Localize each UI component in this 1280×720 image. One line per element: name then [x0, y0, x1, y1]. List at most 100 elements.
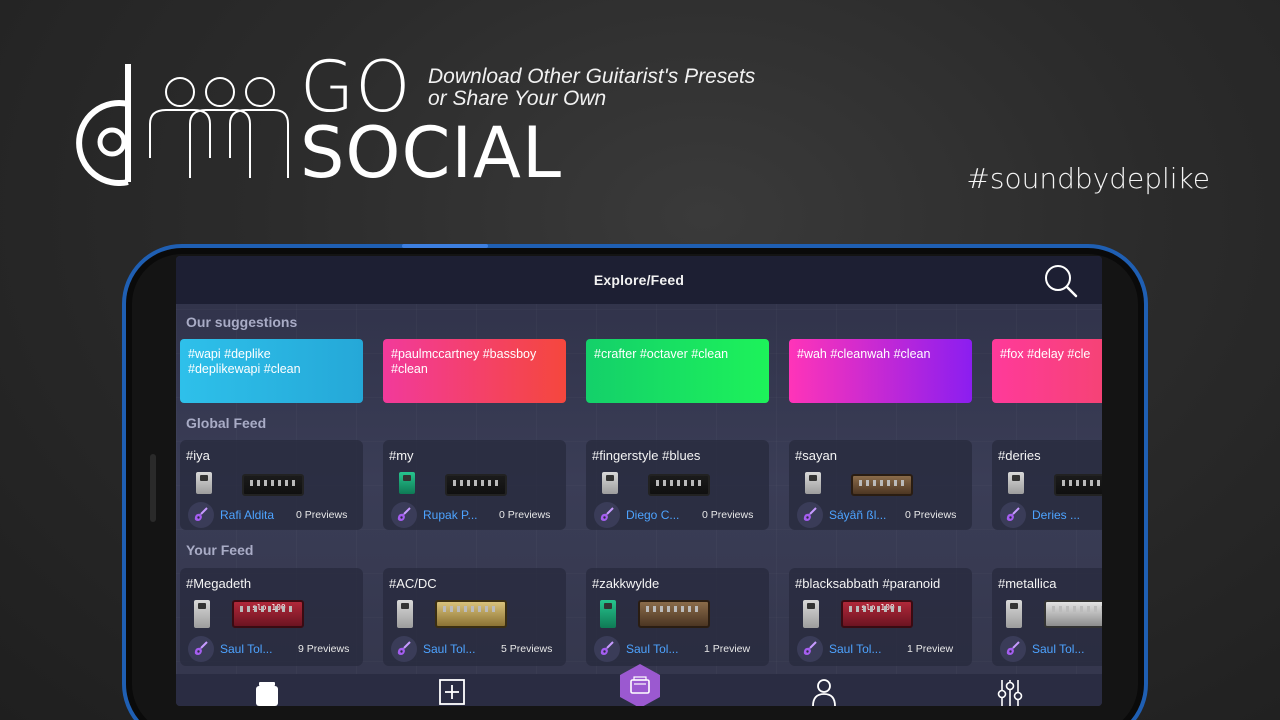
preset-card[interactable]: #deries Deries ...: [992, 440, 1102, 530]
section-title-suggestions: Our suggestions: [186, 314, 298, 330]
pedal-image: [1008, 472, 1024, 494]
pedal-image: [600, 600, 616, 628]
phone-side-button: [150, 454, 156, 522]
preset-tags: #Megadeth: [186, 576, 252, 591]
avatar[interactable]: [797, 502, 823, 528]
guitar-icon: [397, 641, 411, 655]
suggestions-row: #wapi #deplike #deplikewapi #clean #paulm…: [180, 339, 1102, 403]
amp-image: [851, 474, 913, 496]
preset-card[interactable]: #sayan Sáyâñ ßl... 0 Previews: [789, 440, 972, 530]
avatar[interactable]: [188, 636, 214, 662]
search-icon[interactable]: [1044, 264, 1078, 298]
promo-tagline: Download Other Guitarist's Presets or Sh…: [428, 66, 755, 110]
username-link[interactable]: Rupak P...: [423, 508, 477, 522]
amp-image: [841, 600, 913, 628]
preset-card[interactable]: #iya Rafi Aldita 0 Previews: [180, 440, 363, 530]
presets-icon[interactable]: [251, 678, 283, 706]
pedal-image: [1006, 600, 1022, 628]
pedal-image: [196, 472, 212, 494]
guitar-icon: [1006, 641, 1020, 655]
amp-image: [242, 474, 304, 496]
avatar[interactable]: [391, 502, 417, 528]
global-feed-row: #iya Rafi Aldita 0 Previews #my Rupak P... 0 …: [180, 440, 1102, 530]
pedal-image: [397, 600, 413, 628]
guitar-icon: [397, 507, 411, 521]
preset-tags: #iya: [186, 448, 210, 463]
promo-hashtag: #soundbydeplike: [966, 162, 1210, 195]
page-title: Explore/Feed: [593, 272, 685, 288]
username-link[interactable]: Diego C...: [626, 508, 679, 522]
amp-image: [648, 474, 710, 496]
avatar[interactable]: [1000, 636, 1026, 662]
amp-image: [232, 600, 304, 628]
username-link[interactable]: Deries ...: [1032, 508, 1080, 522]
guitar-icon: [803, 507, 817, 521]
preview-count: 1 Preview: [704, 643, 751, 655]
preset-card[interactable]: #blacksabbath #paranoid Saul Tol... 1 Prev…: [789, 568, 972, 666]
pedal-image: [805, 472, 821, 494]
amp-image: [445, 474, 507, 496]
guitar-icon: [600, 641, 614, 655]
preset-card[interactable]: #metallica Saul Tol...: [992, 568, 1102, 666]
pedal-image: [399, 472, 415, 494]
preset-tags: #zakkwylde: [592, 576, 660, 591]
preview-count: 5 Previews: [501, 643, 553, 655]
avatar[interactable]: [594, 636, 620, 662]
preset-card[interactable]: #my Rupak P... 0 Previews: [383, 440, 566, 530]
profile-icon[interactable]: [808, 678, 840, 706]
avatar[interactable]: [391, 636, 417, 662]
guitar-icon: [1006, 507, 1020, 521]
guitar-icon: [194, 641, 208, 655]
username-link[interactable]: Saul Tol...: [1032, 642, 1084, 656]
avatar[interactable]: [188, 502, 214, 528]
mixer-icon[interactable]: [994, 678, 1026, 706]
app-topbar: Explore/Feed: [176, 256, 1102, 304]
phone-highlight: [402, 244, 488, 248]
amp-image: [1054, 474, 1102, 496]
preset-card[interactable]: #fingerstyle #blues Diego C... 0 Previews: [586, 440, 769, 530]
preset-tags: #sayan: [795, 448, 837, 463]
preset-tags: #fingerstyle #blues: [592, 448, 701, 463]
preview-count: 0 Previews: [499, 509, 551, 521]
deplike-logo-icon: [76, 64, 289, 186]
tagline-line-2: or Share Your Own: [428, 87, 607, 110]
suggestion-card[interactable]: #paulmccartney #bassboy #clean: [383, 339, 566, 403]
bottom-nav: [176, 664, 1102, 706]
preset-card[interactable]: #AC/DC Saul Tol... 5 Previews: [383, 568, 566, 666]
preset-tags: #blacksabbath #paranoid: [795, 576, 941, 591]
username-link[interactable]: Saul Tol...: [220, 642, 272, 656]
suggestion-card[interactable]: #wah #cleanwah #clean: [789, 339, 972, 403]
preview-count: 9 Previews: [298, 643, 350, 655]
preset-card[interactable]: #zakkwylde Saul Tol... 1 Preview: [586, 568, 769, 666]
section-title-global-feed: Global Feed: [186, 415, 267, 431]
preset-tags: #deries: [998, 448, 1041, 463]
app-screen: Explore/Feed Our suggestions #wapi #depl…: [176, 256, 1102, 706]
suggestion-card[interactable]: #crafter #octaver #clean: [586, 339, 769, 403]
preview-count: 1 Preview: [907, 643, 954, 655]
username-link[interactable]: Sáyâñ ßl...: [829, 508, 886, 522]
pedal-image: [803, 600, 819, 628]
amp-image: [638, 600, 710, 628]
preset-tags: #metallica: [998, 576, 1057, 591]
username-link[interactable]: Rafi Aldita: [220, 508, 274, 522]
guitar-icon: [803, 641, 817, 655]
avatar[interactable]: [797, 636, 823, 662]
username-link[interactable]: Saul Tol...: [829, 642, 881, 656]
preset-tags: #AC/DC: [389, 576, 437, 591]
avatar[interactable]: [594, 502, 620, 528]
preview-count: 0 Previews: [905, 509, 957, 521]
amp-icon[interactable]: [620, 664, 660, 706]
username-link[interactable]: Saul Tol...: [423, 642, 475, 656]
preview-count: 0 Previews: [296, 509, 348, 521]
add-icon[interactable]: [436, 678, 468, 706]
social-heading: SOCIAL: [300, 112, 562, 194]
preset-card[interactable]: #Megadeth Saul Tol... 9 Previews: [180, 568, 363, 666]
guitar-icon: [194, 507, 208, 521]
suggestion-card[interactable]: #wapi #deplike #deplikewapi #clean: [180, 339, 363, 403]
preview-count: 0 Previews: [702, 509, 754, 521]
avatar[interactable]: [1000, 502, 1026, 528]
preset-tags: #my: [389, 448, 414, 463]
username-link[interactable]: Saul Tol...: [626, 642, 678, 656]
pedal-image: [194, 600, 210, 628]
suggestion-card[interactable]: #fox #delay #cle: [992, 339, 1102, 403]
